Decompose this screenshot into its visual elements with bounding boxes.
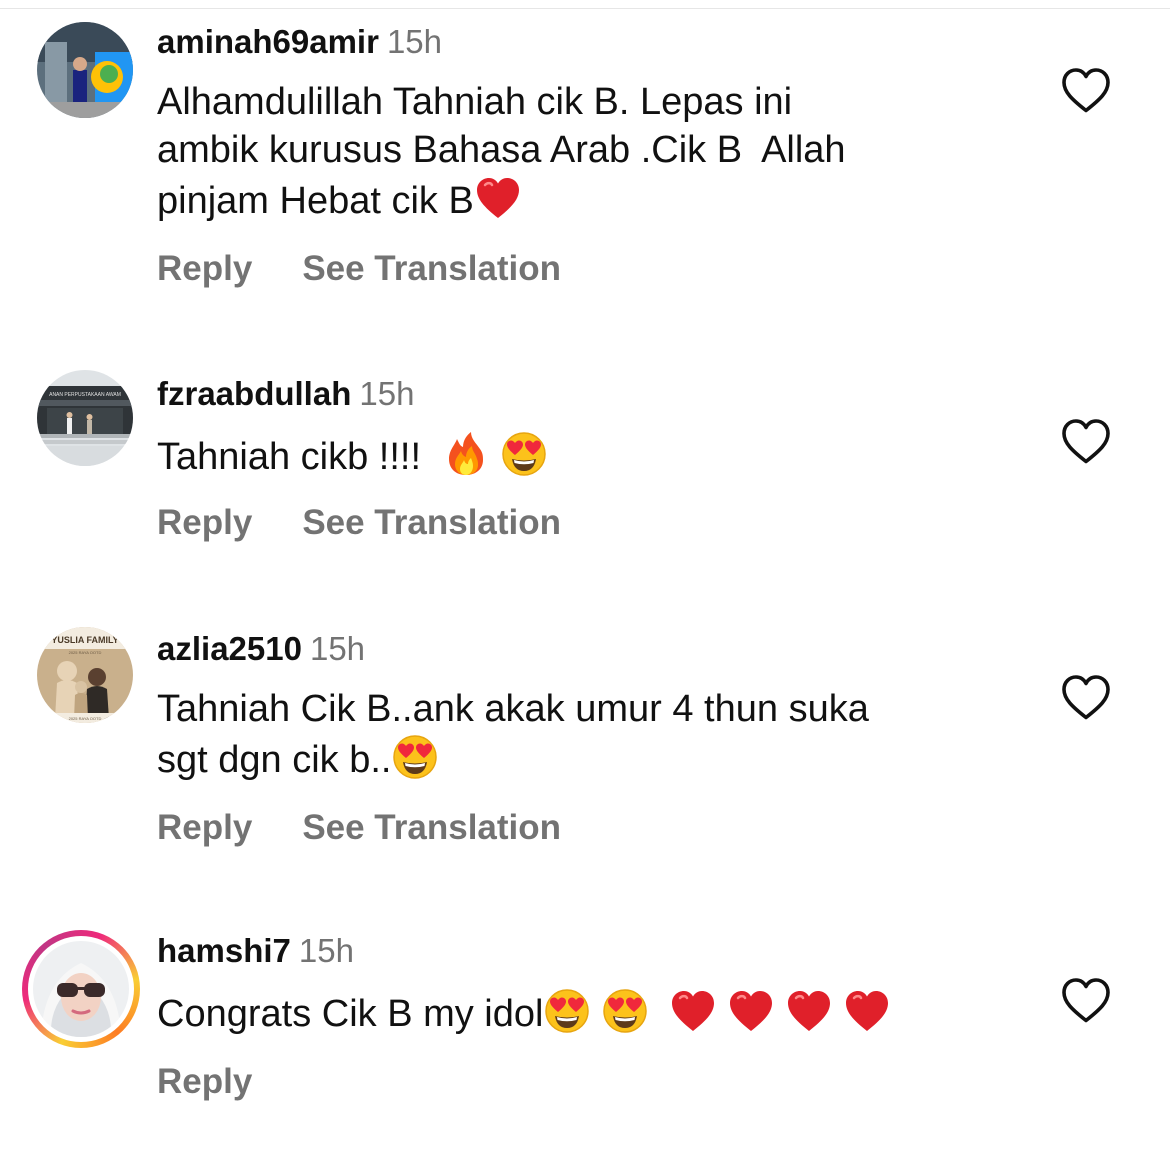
red-heart-emoji [785,987,833,1035]
avatar[interactable] [37,22,133,118]
comment-username[interactable]: azlia2510 [157,630,302,667]
like-heart-icon[interactable] [1060,66,1112,114]
heart-eyes-emoji [543,987,591,1035]
like-heart-icon[interactable] [1060,673,1112,721]
like-heart-icon[interactable] [1060,976,1112,1024]
comment-timestamp: 15h [359,375,415,412]
fire-emoji [442,430,490,478]
comment-line: Congrats Cik B my idol [157,993,544,1035]
red-heart-emoji [669,987,717,1035]
red-heart-emoji [474,174,522,222]
top-divider [0,0,1170,9]
reply-button[interactable]: Reply [157,806,252,850]
avatar-bottom-text: 2025 RAYA OOTD [69,716,102,721]
comment-timestamp: 15h [386,23,443,60]
comment-text: Congrats Cik B my idol [157,987,1017,1038]
heart-eyes-emoji [391,733,439,781]
comment-line: Tahniah cikb !!!! [157,436,432,478]
avatar[interactable]: YUSLIA FAMILY 2025 RAYA OOTD 2025 RAYA O… [37,627,133,723]
avatar-sign-text: ANAN PERPUSTAKAAN AWAM [49,392,121,398]
heart-eyes-emoji [500,430,548,478]
avatar-sub-text: 2025 RAYA OOTD [69,650,102,655]
red-heart-emoji [727,987,775,1035]
like-heart-icon[interactable] [1060,417,1112,465]
avatar-photo: YUSLIA FAMILY 2025 RAYA OOTD 2025 RAYA O… [37,627,133,723]
reply-button[interactable]: Reply [157,1060,252,1104]
comment-text: Alhamdulillah Tahniah cik B. Lepas ini a… [157,78,1017,225]
comment-timestamp: 15h [298,932,354,969]
comment-username[interactable]: aminah69amir [157,23,379,60]
comment-line: Alhamdulillah Tahniah cik B. Lepas ini [157,81,793,123]
avatar-with-story-ring[interactable] [22,930,140,1048]
reply-button[interactable]: Reply [157,501,252,545]
comment-line: sgt dgn cik b.. [157,739,392,781]
comment-text: Tahniah Cik B..ank akak umur 4 thun suka… [157,685,1017,784]
avatar-photo: ANAN PERPUSTAKAAN AWAM [37,370,133,466]
comment-line: ambik kurusus Bahasa Arab .Cik B Allah [157,129,846,171]
comment-timestamp: 15h [309,630,366,667]
avatar-title-text: YUSLIA FAMILY [51,635,118,645]
comment-line: pinjam Hebat cik B [157,180,474,222]
see-translation-button[interactable]: See Translation [302,247,561,291]
comment-username[interactable]: hamshi7 [157,932,291,969]
comment-text: Tahniah cikb !!!! [157,430,1017,481]
avatar-photo [33,941,129,1037]
reply-button[interactable]: Reply [157,247,252,291]
comment-line: Tahniah Cik B..ank akak umur 4 thun suka [157,688,869,730]
heart-eyes-emoji [601,987,649,1035]
comment-username[interactable]: fzraabdullah [157,375,351,412]
avatar[interactable]: ANAN PERPUSTAKAAN AWAM [37,370,133,466]
see-translation-button[interactable]: See Translation [302,501,561,545]
avatar-photo [37,22,133,118]
see-translation-button[interactable]: See Translation [302,806,561,850]
red-heart-emoji [843,987,891,1035]
